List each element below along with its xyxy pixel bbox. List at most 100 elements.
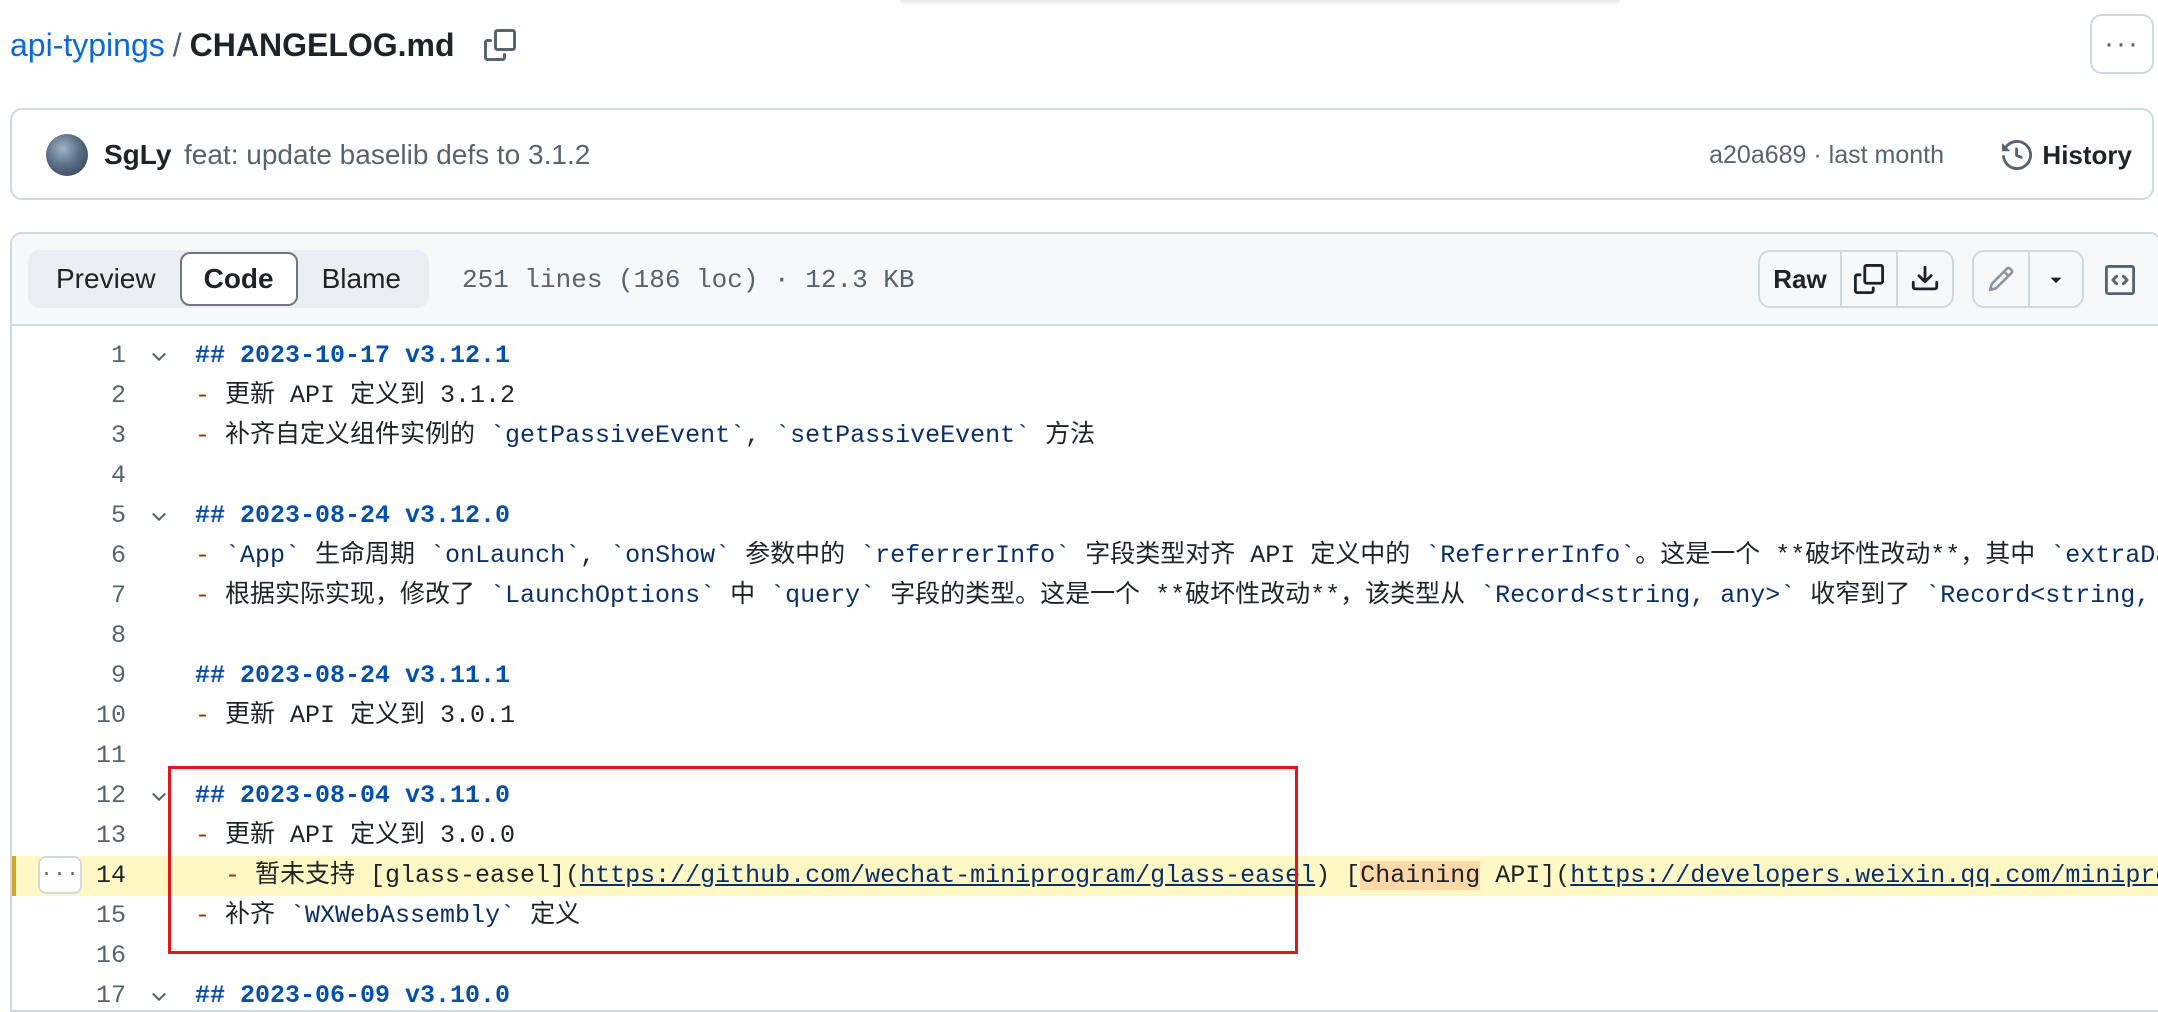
latest-commit-bar: SgLy feat: update baselib defs to 3.1.2 … [10,108,2154,200]
fold-chevron-icon[interactable] [146,976,172,1010]
code-token: ) [ [1315,861,1361,890]
line-number[interactable]: 1 [12,336,126,376]
code-token: - [195,421,226,450]
code-token: 根据实际实现，修改了 [225,581,491,610]
line-options-button[interactable]: ··· [38,856,82,894]
code-line-text: ## 2023-10-17 v3.12.1 [195,336,510,376]
code-token: ## 2023-10-17 v3.12.1 [195,341,511,370]
file-info: 251 lines (186 loc) · 12.3 KB [462,265,915,295]
line-number[interactable]: 9 [12,656,126,696]
code-line: 9 ## 2023-08-24 v3.11.1 [12,656,2158,696]
code-token: 补齐 [225,901,291,930]
commit-author[interactable]: SgLy [104,134,171,176]
code-line: 5 ## 2023-08-24 v3.12.0 [12,496,2158,536]
code-token: 收窄到了 [1795,581,1926,610]
download-button[interactable] [1896,252,1952,306]
code-token: - [195,581,226,610]
line-number[interactable]: 3 [12,416,126,456]
code-line-text: - 根据实际实现，修改了 `LaunchOptions` 中 `query` 字… [195,576,2158,616]
code-square-icon [2105,265,2135,295]
code-line-text: - 更新 API 定义到 3.1.2 [195,376,515,416]
code-line-text: - 更新 API 定义到 3.0.1 [195,696,515,736]
raw-button[interactable]: Raw [1760,252,1840,306]
code-line: 4 [12,456,2158,496]
commit-meta[interactable]: a20a689 · last month [1709,134,1944,176]
line-number[interactable]: 5 [12,496,126,536]
line-number[interactable]: 16 [12,936,126,976]
code-token: , [580,541,611,570]
tab-code[interactable]: Code [179,252,298,306]
code-line: 6 - `App` 生命周期 `onLaunch`, `onShow` 参数中的 … [12,536,2158,576]
code-token: ## 2023-06-09 v3.10.0 [195,981,511,1010]
edit-options-dropdown[interactable] [2027,252,2082,306]
tab-blame[interactable]: Blame [298,252,425,306]
code-link[interactable]: https://developers.weixin.qq.com/minipro… [1570,861,2158,890]
code-line: 16 [12,936,2158,976]
code-token: - [195,381,226,410]
line-number[interactable]: 8 [12,616,126,656]
code-line: 11 [12,736,2158,776]
history-button[interactable]: History [2002,132,2132,178]
more-options-button[interactable]: ··· [2090,14,2154,74]
code-token: `WXWebAssembly` [290,901,516,930]
code-token: `ReferrerInfo` [1425,541,1636,570]
code-token: - [195,701,226,730]
code-token: 。这是一个 **破坏性改动**，其中 [1635,541,2051,570]
code-line: 7 - 根据实际实现，修改了 `LaunchOptions` 中 `query` … [12,576,2158,616]
breadcrumb-separator: / [172,27,182,63]
raw-copy-download-group: Raw [1758,250,1954,308]
line-number[interactable]: 6 [12,536,126,576]
line-number[interactable]: 17 [12,976,126,1010]
code-token: ## 2023-08-24 v3.11.1 [195,661,511,690]
code-line: 17 ## 2023-06-09 v3.10.0 [12,976,2158,1010]
code-token: Chaining [1360,861,1481,890]
view-mode-segmented-control: Preview Code Blame [28,250,429,308]
code-line: 15 - 补齐 `WXWebAssembly` 定义 [12,896,2158,936]
line-number[interactable]: 7 [12,576,126,616]
code-line-text: - 更新 API 定义到 3.0.0 [195,816,515,856]
code-view: 1 ## 2023-10-17 v3.12.1 2 - 更新 API 定义到 3.1.… [12,326,2158,1010]
code-token: 更新 API 定义到 3.0.0 [225,821,516,850]
code-line: 13 - 更新 API 定义到 3.0.0 [12,816,2158,856]
copy-path-icon[interactable] [483,28,517,62]
code-link[interactable]: https://github.com/wechat-miniprogram/gl… [580,861,1315,890]
breadcrumb-repo-link[interactable]: api-typings [10,22,165,68]
fold-chevron-icon[interactable] [146,776,172,816]
symbols-panel-button[interactable] [2102,262,2138,298]
copy-raw-button[interactable] [1840,252,1896,306]
breadcrumb: api-typings / CHANGELOG.md [10,22,517,68]
code-token: `LaunchOptions` [490,581,716,610]
code-line: 1 ## 2023-10-17 v3.12.1 [12,336,2158,376]
code-token: 定义 [515,901,581,930]
code-line-text: ## 2023-08-24 v3.12.0 [195,496,510,536]
line-number[interactable]: 4 [12,456,126,496]
download-icon [1911,265,1939,291]
avatar[interactable] [46,134,88,176]
code-line-text: ## 2023-06-09 v3.10.0 [195,976,511,1010]
line-number[interactable]: 11 [12,736,126,776]
history-icon [2002,140,2033,170]
line-number[interactable]: 15 [12,896,126,936]
code-line-text: - 暂未支持 [glass-easel](https://github.com/… [195,856,2158,896]
kebab-horizontal-icon: ··· [2104,27,2140,60]
raw-label: Raw [1773,263,1827,294]
line-number[interactable]: 13 [12,816,126,856]
code-token: - [195,901,226,930]
line-number[interactable]: 10 [12,696,126,736]
code-token: 更新 API 定义到 3.0.1 [225,701,516,730]
code-line-text: - `App` 生命周期 `onLaunch`, `onShow` 参数中的 `… [195,536,2158,576]
code-line: 3 - 补齐自定义组件实例的 `getPassiveEvent`, `setPas… [12,416,2158,456]
line-number[interactable]: 12 [12,776,126,816]
commit-message[interactable]: feat: update baselib defs to 3.1.2 [184,134,590,176]
code-token: `query` [770,581,876,610]
code-token: ## 2023-08-24 v3.12.0 [195,501,511,530]
top-shadow [900,0,1620,6]
code-token: 中 [715,581,771,610]
edit-file-button[interactable] [1974,252,2028,306]
tab-preview[interactable]: Preview [32,252,180,306]
fold-chevron-icon[interactable] [146,496,172,536]
breadcrumb-file-name: CHANGELOG.md [189,27,455,63]
line-number[interactable]: 2 [12,376,126,416]
code-token: 参数中的 [730,541,861,570]
fold-chevron-icon[interactable] [146,336,172,376]
